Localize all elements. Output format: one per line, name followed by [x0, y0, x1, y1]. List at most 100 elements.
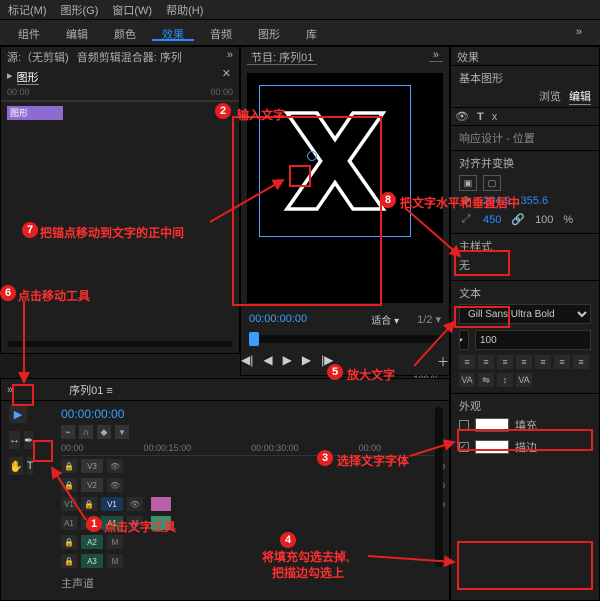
text-layer-icon[interactable]: T — [477, 111, 484, 123]
lock-icon[interactable]: 🔒 — [61, 478, 77, 492]
eye-icon[interactable]: 👁 — [107, 478, 123, 492]
scrollbar[interactable] — [7, 341, 233, 347]
track-a2[interactable]: A2 — [81, 535, 103, 549]
track-v3[interactable]: V3 — [81, 459, 103, 473]
lock-icon[interactable]: 🔒 — [61, 554, 77, 568]
lock-icon[interactable]: 🔒 — [61, 535, 77, 549]
font-family-select[interactable]: Gill Sans Ultra Bold — [459, 304, 591, 324]
mute-icon[interactable]: M — [127, 516, 143, 530]
layer-tab-graphics[interactable]: 图形 — [17, 69, 39, 85]
track-a3[interactable]: A3 — [81, 554, 103, 568]
menu-mark[interactable]: 标记(M) — [8, 2, 47, 17]
play-icon[interactable]: ▶ — [283, 353, 292, 370]
selection-tool[interactable]: ▶ — [9, 405, 27, 423]
ws-tab[interactable]: 库 — [296, 24, 327, 41]
ws-tab[interactable]: 颜色 — [104, 24, 146, 41]
fill-swatch[interactable] — [475, 418, 509, 432]
resolution-dropdown[interactable]: 1/2 ▾ — [417, 313, 441, 326]
scale-field[interactable]: 450 — [483, 214, 501, 226]
fill-checkbox[interactable] — [459, 420, 469, 430]
lock-icon[interactable]: 🔒 — [61, 459, 77, 473]
eye-icon[interactable]: 👁 — [455, 110, 469, 123]
eye-icon[interactable]: 👁 — [107, 459, 123, 473]
ws-tab[interactable]: 组件 — [8, 24, 50, 41]
tab-browse[interactable]: 浏览 — [539, 88, 561, 105]
playhead-slider[interactable] — [249, 335, 441, 343]
font-weight-select[interactable]: Regular — [459, 330, 469, 350]
tracking-icon[interactable]: VA — [459, 373, 475, 387]
source-track-item[interactable]: 图形 — [7, 106, 63, 120]
add-marker-icon[interactable]: ＋ — [437, 353, 449, 370]
track-v2[interactable]: V2 — [81, 478, 103, 492]
align-bot-icon[interactable]: ≡ — [573, 355, 589, 369]
time-ruler[interactable]: 00:00 00:00:15:00 00:00:30:00 00:00 — [61, 441, 445, 456]
track-v1[interactable]: V1 — [101, 497, 123, 511]
zoom-fit-dropdown[interactable]: 适合 ▾ — [371, 312, 399, 327]
align-mid-icon[interactable]: ≡ — [554, 355, 570, 369]
kerning-icon[interactable]: ⇋ — [478, 373, 494, 387]
menu-help[interactable]: 帮助(H) — [166, 2, 203, 17]
audio-clip[interactable] — [151, 516, 171, 530]
align-left-icon[interactable]: ≡ — [459, 355, 475, 369]
pos-x-field[interactable]: 204.9 — [483, 195, 511, 207]
align-right-icon[interactable]: ≡ — [497, 355, 513, 369]
snap-icon[interactable]: ⌁ — [61, 425, 75, 439]
src-v1[interactable]: V1 — [61, 497, 77, 511]
src-a1[interactable]: A1 — [61, 516, 77, 530]
eye-icon[interactable]: 👁 — [127, 497, 143, 511]
link-icon[interactable]: ∩ — [79, 425, 93, 439]
tab-edit[interactable]: 编辑 — [569, 88, 591, 105]
overflow-icon[interactable]: » — [566, 24, 592, 41]
menu-graphics[interactable]: 图形(G) — [61, 2, 99, 17]
mark-out-icon[interactable]: |▶ — [321, 353, 333, 370]
pen-tool[interactable]: ✒ — [24, 431, 33, 449]
ripple-tool[interactable]: ↔ — [9, 431, 20, 449]
layer-name[interactable]: x — [492, 111, 498, 123]
program-tab[interactable]: 节目: 序列01 — [247, 52, 317, 65]
align-h-center-button[interactable]: ▣ — [459, 175, 477, 191]
sequence-tab[interactable]: 序列01 ≡ — [69, 382, 113, 398]
align-v-center-button[interactable]: ▢ — [483, 175, 501, 191]
step-back-icon[interactable]: ◀ — [263, 353, 272, 370]
ws-tab[interactable]: 编辑 — [56, 24, 98, 41]
align-justify-icon[interactable]: ≡ — [516, 355, 532, 369]
hand-tool[interactable]: ✋ — [9, 457, 23, 475]
align-top-icon[interactable]: ≡ — [535, 355, 551, 369]
ws-tab[interactable]: 图形 — [248, 24, 290, 41]
align-center-icon[interactable]: ≡ — [478, 355, 494, 369]
pos-y-field[interactable]: 355.6 — [521, 195, 549, 207]
master-style-value[interactable]: 无 — [459, 260, 470, 272]
lock-icon[interactable]: 🔒 — [81, 497, 97, 511]
track-a1[interactable]: A1 — [101, 516, 123, 530]
leading-icon[interactable]: ↕ — [497, 373, 513, 387]
font-size-field[interactable] — [475, 330, 591, 350]
overflow-icon[interactable]: » — [429, 49, 443, 62]
menu-window[interactable]: 窗口(W) — [112, 2, 152, 17]
ws-tab-active[interactable]: 效果 — [152, 24, 194, 41]
link-icon[interactable]: 🔗 — [511, 213, 525, 226]
panel-overflow-icon[interactable]: » — [7, 384, 13, 396]
stroke-swatch[interactable] — [475, 440, 509, 454]
marker-icon[interactable]: ◆ — [97, 425, 111, 439]
type-tool[interactable]: T — [27, 457, 34, 475]
source-track-area[interactable]: 图形 — [1, 101, 239, 331]
baseline-icon[interactable]: VA — [516, 373, 532, 387]
mute-icon[interactable]: M — [107, 554, 123, 568]
text-align-row: ≡ ≡ ≡ ≡ ≡ ≡ ≡ — [459, 353, 591, 371]
close-icon[interactable]: ✕ — [222, 67, 231, 80]
wrench-icon[interactable]: ▾ — [115, 425, 129, 439]
timeline-timecode[interactable]: 00:00:00:00 — [61, 405, 445, 423]
lock-icon[interactable]: 🔒 — [81, 516, 97, 530]
mute-icon[interactable]: M — [107, 535, 123, 549]
program-timecode[interactable]: 00:00:00:00 — [249, 313, 307, 325]
scale-pct-field[interactable]: 100 — [535, 214, 553, 226]
step-fwd-icon[interactable]: ▶ — [302, 353, 311, 370]
program-view[interactable] — [247, 73, 443, 303]
video-clip[interactable] — [151, 497, 171, 511]
overflow-icon[interactable]: » — [227, 49, 233, 65]
mark-in-icon[interactable]: ◀| — [241, 353, 253, 370]
selection-bbox[interactable] — [259, 85, 411, 237]
chevron-right-icon[interactable]: ▸ — [7, 69, 13, 85]
ws-tab[interactable]: 音频 — [200, 24, 242, 41]
stroke-checkbox[interactable] — [459, 442, 469, 452]
